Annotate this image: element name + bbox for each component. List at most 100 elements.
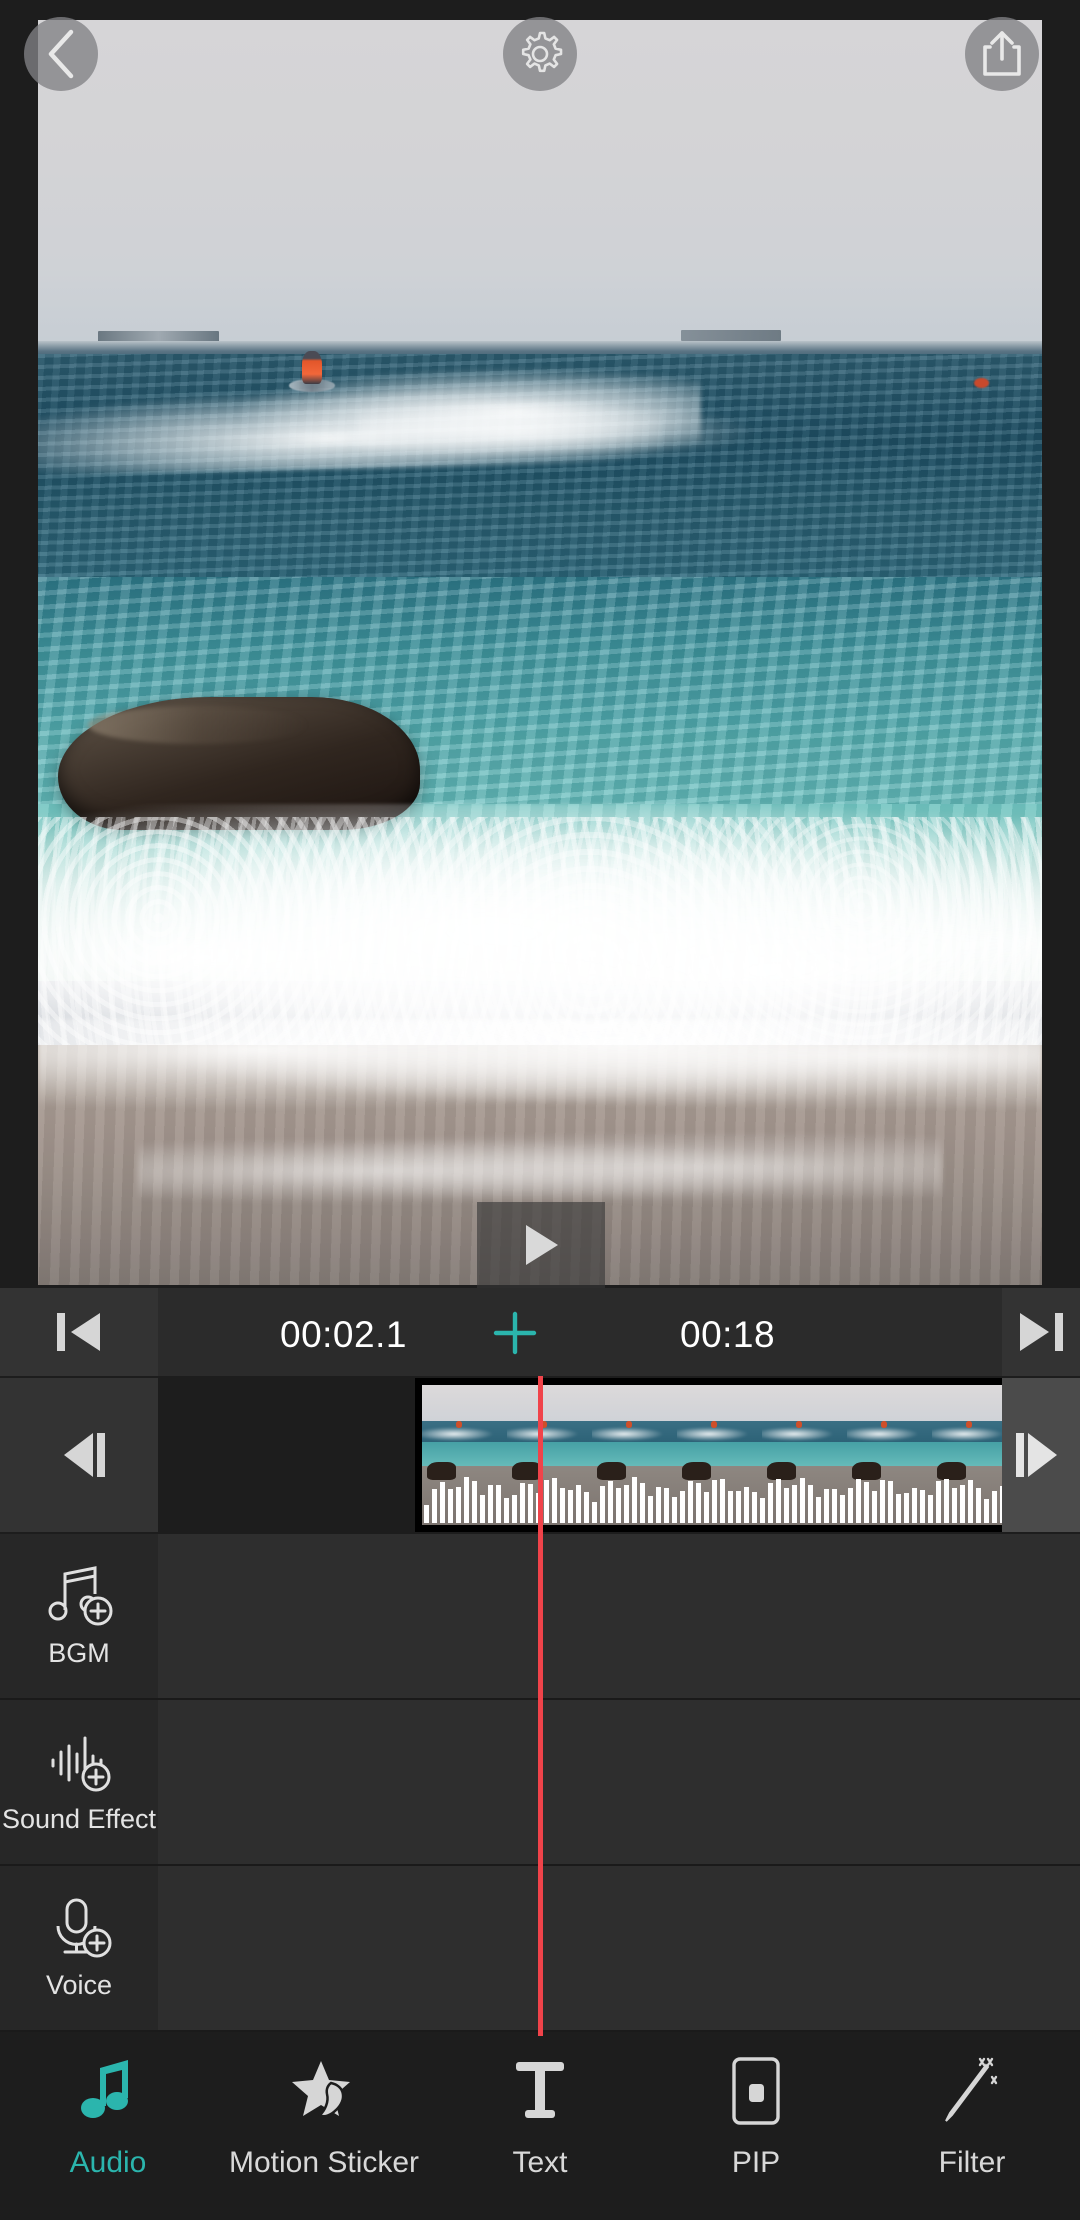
sound-effect-track-lane[interactable]	[158, 1700, 1080, 1864]
skip-to-end-button[interactable]	[1002, 1288, 1080, 1376]
waveform-bar	[896, 1493, 901, 1523]
text-t-icon	[512, 2052, 568, 2130]
waveform-bar	[928, 1495, 933, 1523]
waveform-bar	[952, 1488, 957, 1523]
microphone-plus-icon	[56, 1898, 112, 1957]
waveform-bar	[992, 1490, 997, 1523]
waveform-bar	[472, 1481, 477, 1523]
waveform-bar	[968, 1479, 973, 1523]
waveform-bar	[904, 1493, 909, 1523]
play-triangle-icon	[526, 1225, 558, 1265]
back-button[interactable]	[24, 17, 98, 91]
waveform-bar	[832, 1488, 837, 1523]
waveform-bar	[488, 1484, 493, 1523]
waveform-bar	[736, 1491, 741, 1523]
voice-track-lane[interactable]	[158, 1866, 1080, 2030]
waveform-bar	[568, 1489, 573, 1523]
scene-sand-foam	[38, 1019, 1042, 1121]
waveform-bar	[696, 1482, 701, 1523]
waveform-bar	[856, 1478, 861, 1523]
waveform-bar	[496, 1485, 501, 1523]
music-note-icon	[78, 2052, 138, 2130]
video-frame[interactable]	[38, 20, 1042, 1285]
waveform-bar	[840, 1495, 845, 1523]
settings-button[interactable]	[503, 17, 577, 91]
waveform-bar	[544, 1480, 549, 1523]
bottom-navigation: Audio Motion Sticker Text PIP Filter	[0, 2034, 1080, 2220]
waveform-bar	[664, 1488, 669, 1523]
play-button[interactable]	[477, 1202, 605, 1288]
waveform-bar	[464, 1477, 469, 1523]
waveform-bar	[816, 1497, 821, 1523]
scene-sand-foam-lower	[138, 1133, 942, 1210]
bgm-track-lane[interactable]	[158, 1534, 1080, 1698]
waveform-bar	[640, 1482, 645, 1523]
bgm-track-button[interactable]: BGM	[0, 1534, 158, 1698]
waveform-bar	[888, 1480, 893, 1523]
waveform-bar	[824, 1488, 829, 1523]
share-upload-icon	[983, 31, 1021, 76]
nav-item-pip[interactable]: PIP	[661, 2052, 851, 2180]
video-preview-area[interactable]	[0, 0, 1080, 1288]
waveform-bar	[480, 1494, 485, 1523]
selected-video-clip[interactable]	[415, 1378, 1002, 1532]
sound-effect-track-button[interactable]: Sound Effect	[0, 1700, 158, 1864]
nav-label: PIP	[731, 2146, 781, 2179]
waveform-bar	[672, 1496, 677, 1523]
waveform-bar	[656, 1486, 661, 1523]
star-sticker-icon	[291, 2052, 357, 2130]
waveform-bar	[688, 1480, 693, 1523]
scene-wave-crest	[38, 386, 662, 476]
music-note-plus-icon	[48, 1565, 113, 1625]
waveform-bar	[584, 1492, 589, 1523]
step-forward-frame-button[interactable]	[1002, 1378, 1080, 1532]
playhead-indicator[interactable]	[538, 1376, 543, 2036]
waveform-bar	[448, 1488, 453, 1523]
nav-label: Motion Sticker	[228, 2146, 420, 2179]
skip-to-start-button[interactable]	[0, 1288, 158, 1376]
waveform-bar	[912, 1488, 917, 1523]
step-back-frame-icon	[64, 1433, 105, 1477]
step-back-frame-button[interactable]	[0, 1378, 158, 1532]
waveform-bar	[680, 1491, 685, 1523]
video-clip-track[interactable]	[158, 1378, 1002, 1532]
scene-distant-boats-right	[680, 329, 781, 342]
chevron-left-icon	[48, 29, 74, 79]
waveform-bar	[648, 1495, 653, 1523]
magic-wand-icon	[940, 2052, 1004, 2130]
waveform-bar	[576, 1484, 581, 1523]
waveform-bar	[600, 1485, 605, 1523]
waveform-bar	[440, 1482, 445, 1523]
waveform-bar	[512, 1494, 517, 1523]
share-button[interactable]	[965, 17, 1039, 91]
nav-item-audio[interactable]: Audio	[13, 2052, 203, 2180]
track-label-text: Sound Effect	[1, 1803, 157, 1834]
waveform-bar	[800, 1478, 805, 1523]
current-time-label: 00:02.1	[280, 1314, 407, 1355]
clip-audio-waveform	[422, 1461, 1002, 1523]
waveform-bar	[608, 1480, 613, 1523]
nav-item-filter[interactable]: Filter	[877, 2052, 1067, 2180]
add-clip-button[interactable]	[492, 1310, 538, 1356]
total-duration-label: 00:18	[680, 1314, 776, 1355]
voice-track-button[interactable]: Voice	[0, 1866, 158, 2030]
waveform-bar	[752, 1491, 757, 1523]
step-forward-frame-icon	[1016, 1433, 1057, 1477]
nav-label: Filter	[938, 2146, 1006, 2179]
nav-label: Text	[512, 2146, 568, 2179]
nav-item-motion-sticker[interactable]: Motion Sticker	[229, 2052, 419, 2180]
waveform-bar	[808, 1484, 813, 1523]
waveform-plus-icon	[51, 1736, 111, 1791]
track-label-text: BGM	[48, 1637, 110, 1668]
waveform-bar	[792, 1484, 797, 1523]
plus-icon	[493, 1311, 537, 1355]
waveform-bar	[760, 1498, 765, 1523]
nav-item-text[interactable]: Text	[445, 2052, 635, 2180]
nav-label: Audio	[69, 2146, 147, 2179]
waveform-bar	[616, 1487, 621, 1523]
skip-to-end-icon	[1020, 1313, 1063, 1351]
waveform-bar	[848, 1488, 853, 1523]
waveform-bar	[776, 1479, 781, 1523]
track-label-text: Voice	[45, 1969, 113, 2000]
waveform-bar	[768, 1483, 773, 1523]
